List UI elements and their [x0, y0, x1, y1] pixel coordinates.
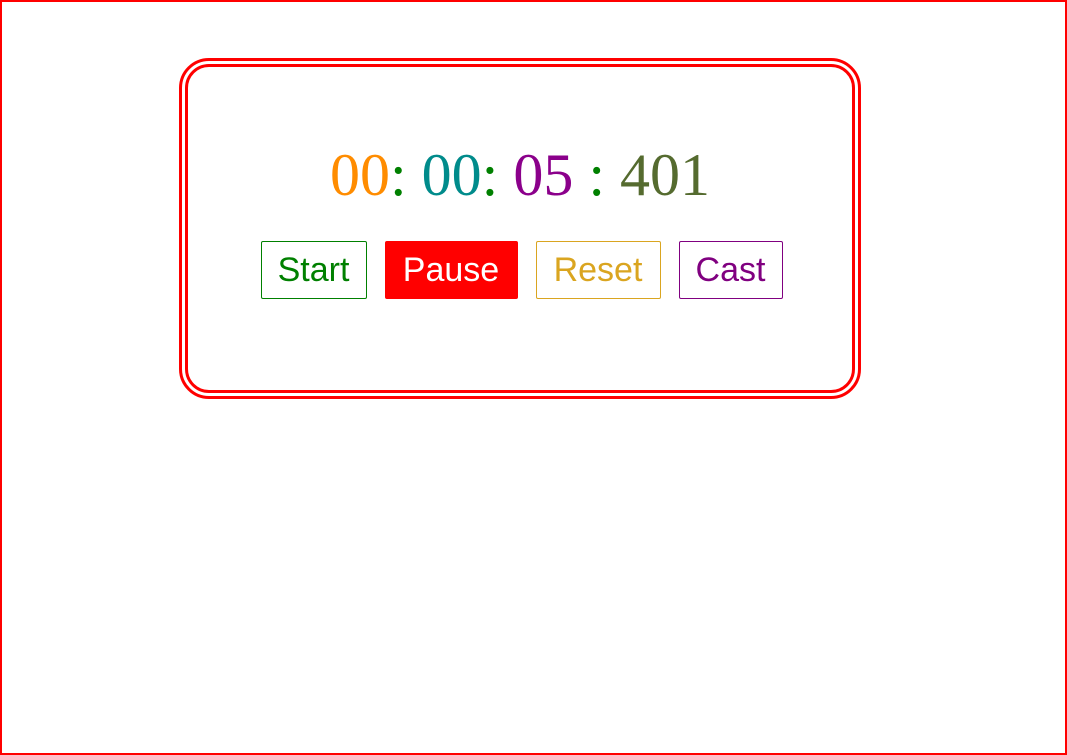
cast-button[interactable]: Cast	[678, 241, 783, 299]
hours-value: 00	[329, 142, 390, 208]
control-buttons: Start Pause Reset Cast	[188, 241, 852, 299]
minutes-value: 00	[421, 142, 482, 208]
seconds-value: 05	[513, 142, 574, 208]
stopwatch-card: 00: 00: 05 : 401 Start Pause Reset Cast	[179, 58, 861, 399]
milliseconds-value: 401	[620, 142, 710, 208]
time-display: 00: 00: 05 : 401	[188, 137, 852, 213]
time-separator: :	[573, 142, 620, 208]
start-button[interactable]: Start	[260, 241, 367, 299]
time-separator: :	[481, 142, 514, 208]
time-separator: :	[389, 142, 422, 208]
reset-button[interactable]: Reset	[535, 241, 661, 299]
pause-button[interactable]: Pause	[384, 241, 518, 299]
